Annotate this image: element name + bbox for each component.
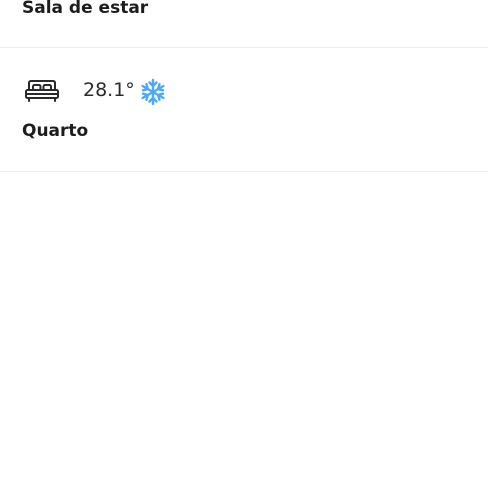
bed-icon bbox=[25, 80, 59, 102]
rooms-screen: Sala de estar 28.1° Quarto bbox=[0, 0, 488, 488]
room-status-row: 28.1° bbox=[0, 76, 488, 106]
room-name: Quarto bbox=[22, 121, 89, 141]
snowflake-icon bbox=[141, 78, 165, 106]
room-card-quarto[interactable]: 28.1° Quarto bbox=[0, 48, 488, 172]
temperature-value: 28.1° bbox=[83, 79, 135, 101]
room-card-sala-de-estar[interactable]: Sala de estar bbox=[0, 0, 488, 48]
room-name: Sala de estar bbox=[22, 0, 149, 18]
